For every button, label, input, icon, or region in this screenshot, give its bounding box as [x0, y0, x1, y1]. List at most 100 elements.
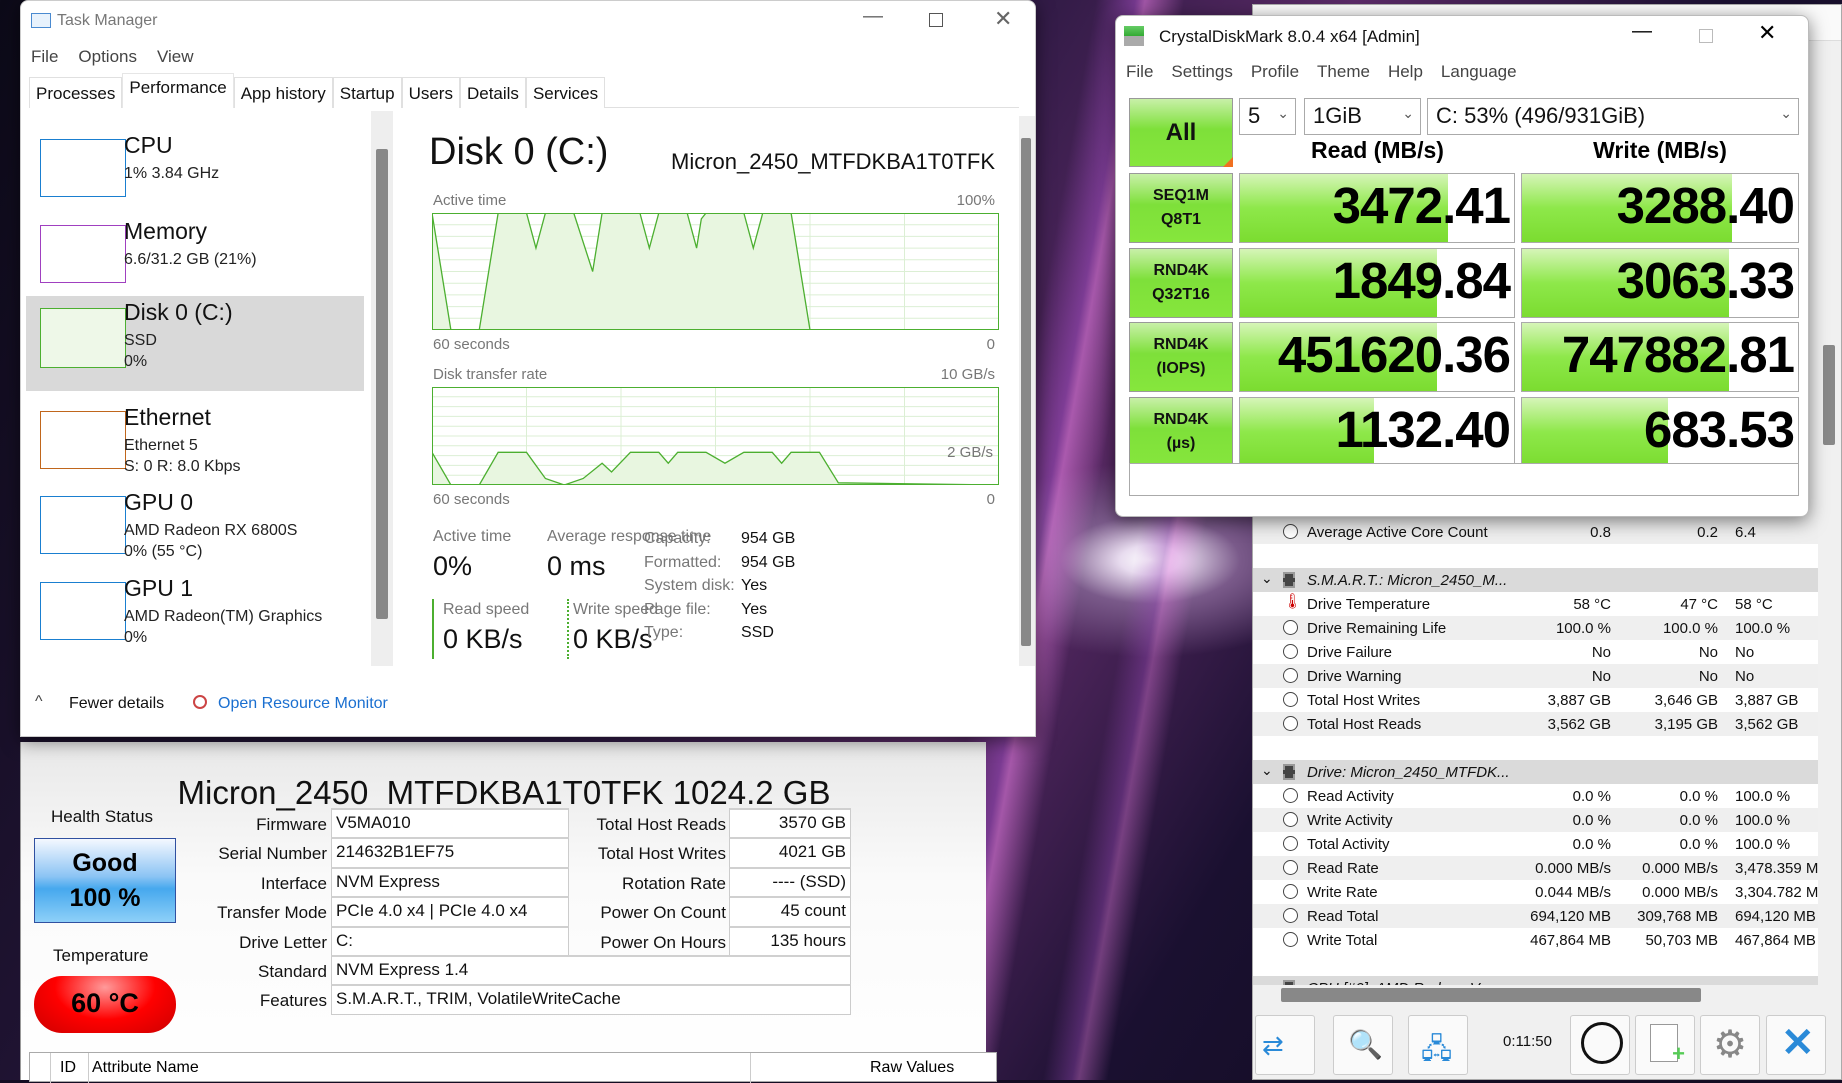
column-raw-values[interactable]: Raw Values	[870, 1059, 954, 1077]
chevron-down-icon[interactable]: ⌄	[1261, 570, 1273, 587]
horizontal-scrollbar[interactable]	[1281, 988, 1701, 1002]
health-status-badge[interactable]: Good 100 %	[34, 838, 176, 923]
tab-users[interactable]: Users	[401, 77, 460, 108]
vertical-scrollbar[interactable]	[1823, 345, 1835, 445]
menu-language[interactable]: Language	[1441, 62, 1517, 81]
write-header: Write (MB/s)	[1593, 137, 1727, 163]
navigate-button[interactable]: ⇄	[1255, 1015, 1315, 1075]
chart1-time: 60 seconds	[433, 336, 510, 353]
detail-scrollbar-track	[1019, 116, 1035, 666]
sensor-label: Drive Temperature	[1307, 596, 1431, 613]
test-button-3[interactable]: RND4K (IOPS)	[1129, 322, 1233, 392]
gauge-icon	[1283, 908, 1298, 923]
sensor-row[interactable]: Total Activity 0.0 % 0.0 % 100.0 %	[1253, 832, 1818, 856]
sensor-label: Drive Remaining Life	[1307, 620, 1447, 637]
minimize-button[interactable]: —	[1632, 20, 1652, 43]
close-button[interactable]: ✕	[1758, 20, 1776, 46]
sensor-group[interactable]: ⌄ Drive: Micron_2450_MTFDK...	[1253, 760, 1818, 784]
minimize-button[interactable]: —	[863, 5, 883, 28]
settings-button[interactable]: ⚙	[1700, 1015, 1760, 1075]
sensor-row[interactable]: Total Host Reads 3,562 GB 3,195 GB 3,562 GB	[1253, 712, 1818, 736]
menu-theme[interactable]: Theme	[1317, 62, 1370, 81]
tab-details[interactable]: Details	[459, 77, 526, 108]
menu-profile[interactable]: Profile	[1251, 62, 1299, 81]
gear-icon: ⚙	[1713, 1024, 1748, 1066]
field-value: 3570 GB	[729, 808, 851, 839]
test-button-2[interactable]: RND4K Q32T16	[1129, 247, 1233, 318]
column-id[interactable]: ID	[60, 1059, 76, 1077]
chevron-up-icon[interactable]: ^	[35, 693, 43, 711]
sensor-row[interactable]: Write Total 467,864 MB 50,703 MB 467,864 MB	[1253, 928, 1818, 952]
column-attribute-name[interactable]: Attribute Name	[92, 1059, 199, 1077]
test-size-select[interactable]: 1GiB ⌄	[1304, 98, 1421, 135]
menu-options[interactable]: Options	[78, 47, 137, 66]
close-sensors-button[interactable]: ✕	[1766, 1015, 1826, 1075]
field-label: Serial Number	[218, 844, 327, 864]
fewer-details-button[interactable]: Fewer details	[69, 695, 164, 713]
clock-button[interactable]	[1570, 1015, 1630, 1075]
sensor-row[interactable]: Read Total 694,120 MB 309,768 MB 694,120 MB	[1253, 904, 1818, 928]
transfer-rate-chart	[432, 387, 999, 485]
resource-name: CPU	[124, 132, 173, 158]
test-count-select[interactable]: 5 ⌄	[1239, 98, 1296, 135]
chevron-down-icon[interactable]: ⌄	[1261, 762, 1273, 779]
sensor-value: 467,864 MB	[1735, 932, 1816, 949]
run-all-button[interactable]: All	[1129, 98, 1233, 167]
sensor-value: 6.4	[1735, 524, 1756, 541]
resource-detail: AMD Radeon(TM) Graphics	[124, 607, 323, 625]
sensor-row[interactable]: Drive Remaining Life 100.0 % 100.0 % 100.0 …	[1253, 616, 1818, 640]
field-label: Power On Count	[600, 903, 726, 923]
close-button[interactable]: ✕	[994, 6, 1012, 32]
comment-field[interactable]	[1129, 463, 1799, 496]
resource-item-gpu[interactable]: GPU 1 AMD Radeon(TM) Graphics 0%	[26, 572, 364, 667]
network-button[interactable]: 🖧	[1408, 1015, 1468, 1075]
maximize-button[interactable]	[1699, 29, 1713, 43]
drive-select[interactable]: C: 53% (496/931GiB) ⌄	[1427, 98, 1799, 135]
sensor-row[interactable]: Total Host Writes 3,887 GB 3,646 GB 3,887 G…	[1253, 688, 1818, 712]
sensor-row[interactable]: Drive Failure No No No	[1253, 640, 1818, 664]
resource-item-ethernet[interactable]: Ethernet Ethernet 5 S: 0 R: 8.0 Kbps	[26, 401, 364, 496]
temperature-badge[interactable]: 60 °C	[34, 976, 176, 1033]
tab-performance[interactable]: Performance	[122, 73, 234, 108]
sensor-label: Write Total	[1307, 932, 1378, 949]
result-write: 747882.81	[1521, 322, 1799, 392]
tab-services[interactable]: Services	[525, 77, 606, 108]
menu-file[interactable]: File	[31, 47, 58, 66]
tab-startup[interactable]: Startup	[332, 77, 402, 108]
sensor-row[interactable]: Average Active Core Count 0.8 0.2 6.4	[1253, 520, 1818, 544]
resource-item-gpu[interactable]: GPU 0 AMD Radeon RX 6800S 0% (55 °C)	[26, 486, 364, 581]
menu-help[interactable]: Help	[1388, 62, 1423, 81]
test-button-4[interactable]: RND4K (µs)	[1129, 396, 1233, 467]
sensor-row[interactable]: 🌡 Drive Temperature 58 °C 47 °C 58 °C	[1253, 592, 1818, 616]
sensor-row[interactable]: Write Activity 0.0 % 0.0 % 100.0 %	[1253, 808, 1818, 832]
sensor-row[interactable]: Read Activity 0.0 % 0.0 % 100.0 %	[1253, 784, 1818, 808]
resource-name: Ethernet	[124, 403, 211, 430]
menu-settings[interactable]: Settings	[1171, 62, 1232, 81]
resource-item-disk[interactable]: Disk 0 (C:) SSD 0%	[26, 296, 364, 391]
result-value: 1132.40	[1335, 400, 1511, 458]
detail-scrollbar-thumb[interactable]	[1021, 138, 1031, 646]
report-button[interactable]: +	[1635, 1015, 1695, 1075]
sensor-value: 0.0 %	[1572, 788, 1611, 805]
maximize-button[interactable]	[929, 13, 943, 27]
sensor-group[interactable]: ⌄ S.M.A.R.T.: Micron_2450_M...	[1253, 568, 1818, 592]
sensor-row[interactable]: Write Rate 0.044 MB/s 0.000 MB/s 3,304.782 …	[1253, 880, 1818, 904]
chevron-down-icon[interactable]: ⌄	[1261, 978, 1273, 985]
list-scrollbar-thumb[interactable]	[376, 149, 388, 619]
resource-item-cpu[interactable]: CPU 1% 3.84 GHz	[26, 129, 364, 224]
menu-file[interactable]: File	[1126, 62, 1153, 81]
chart2-label: Disk transfer rate	[433, 366, 548, 383]
summary-button[interactable]: 🔍	[1333, 1015, 1393, 1075]
sensor-group[interactable]: ⌄ CPU [#0]: AMD Radeon Ve...	[1253, 976, 1818, 985]
tab-processes[interactable]: Processes	[29, 77, 123, 108]
monitor-search-icon: 🔍	[1348, 1029, 1383, 1060]
test-button-1[interactable]: SEQ1M Q8T1	[1129, 173, 1233, 243]
sensor-row[interactable]: Drive Warning No No No	[1253, 664, 1818, 688]
open-resource-monitor-link[interactable]: Open Resource Monitor	[218, 695, 388, 713]
window-title: CrystalDiskMark 8.0.4 x64 [Admin]	[1159, 27, 1420, 46]
sensor-row[interactable]: Read Rate 0.000 MB/s 0.000 MB/s 3,478.359 M…	[1253, 856, 1818, 880]
tab-app-history[interactable]: App history	[233, 77, 333, 108]
menu-view[interactable]: View	[157, 47, 194, 66]
sensor-value: 100.0 %	[1555, 620, 1611, 637]
property-label: Capacity:	[644, 530, 711, 547]
